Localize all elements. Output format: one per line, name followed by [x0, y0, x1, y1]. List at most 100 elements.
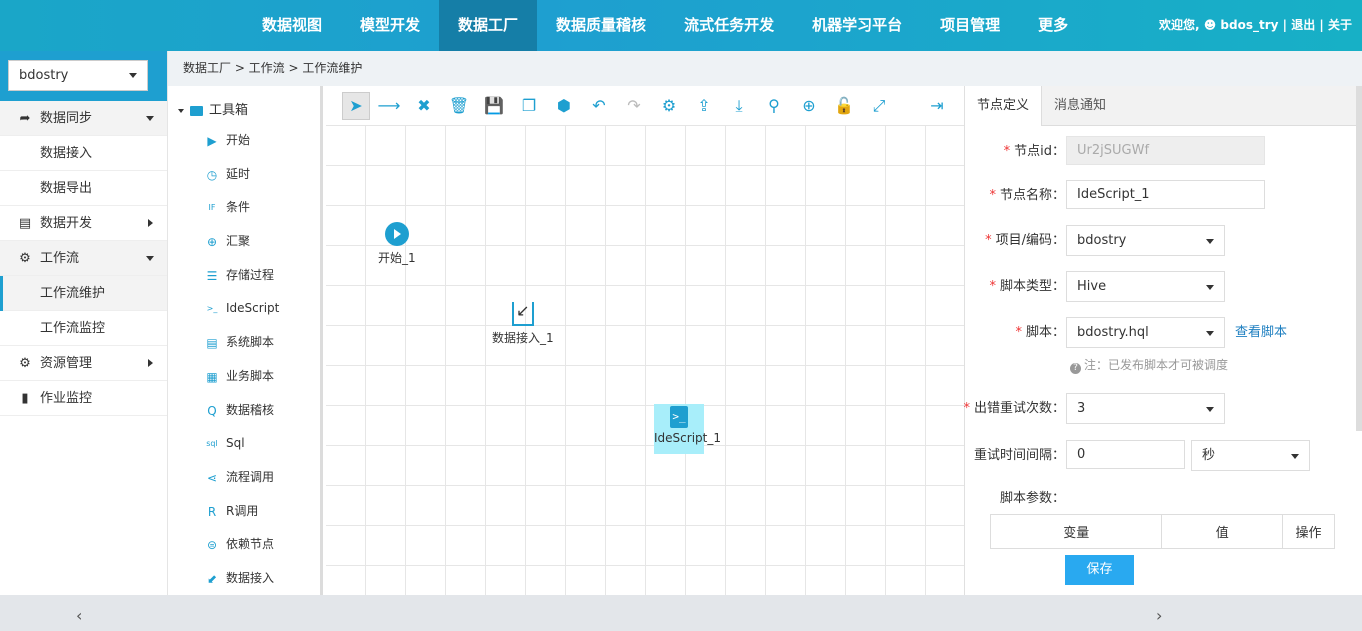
retry-interval-field[interactable]: 0	[1066, 440, 1185, 469]
script-params-label: 脚本参数：	[999, 491, 1065, 506]
workflow-node-start[interactable]: 开始_1	[378, 222, 416, 266]
pointer-icon[interactable]: ➤	[342, 92, 370, 120]
expand-right-icon[interactable]: ›	[1156, 606, 1162, 625]
document-icon: ▮	[21, 391, 29, 406]
sidebar-item-data-export[interactable]: 数据导出	[0, 171, 167, 206]
unlock-icon[interactable]: 🔓	[832, 94, 856, 118]
trash-icon[interactable]: 🗑	[447, 94, 471, 118]
node-name-label: * 节点名称：	[989, 188, 1065, 203]
publish-note-text: 注：已发布脚本才可被调度	[1084, 358, 1229, 372]
sidebar-item-workflow-maintain[interactable]: 工作流维护	[0, 276, 167, 311]
tab-node-definition[interactable]: 节点定义	[965, 86, 1043, 126]
caret-down-icon	[178, 108, 184, 113]
toolbox-item[interactable]: Q 数据稽核	[168, 394, 320, 428]
sidebar-item-label: 工作流维护	[40, 286, 106, 301]
upload-icon[interactable]: ⇪	[692, 94, 716, 118]
sidebar-item-label: 作业监控	[40, 391, 93, 406]
project-select[interactable]: bdostry	[8, 60, 148, 91]
sidebar-item-data-import[interactable]: 数据接入	[0, 136, 167, 171]
nav-item-more[interactable]: 更多	[1019, 0, 1087, 51]
if-icon: IF	[208, 203, 216, 213]
toolbox-item[interactable]: ▦ 业务脚本	[168, 360, 320, 394]
logout-link[interactable]: 退出	[1291, 18, 1315, 32]
sidebar-item-workflow[interactable]: ⚙ 工作流	[0, 241, 167, 276]
retry-count-select[interactable]: 3	[1066, 393, 1225, 424]
welcome-text: 欢迎您,	[1158, 18, 1200, 32]
toolbox-item[interactable]: ⬋ 数据接入	[168, 562, 320, 596]
redo-icon[interactable]: ↷	[622, 94, 646, 118]
nav-item-stream-task[interactable]: 流式任务开发	[665, 0, 793, 51]
sidebar-item-label: 数据同步	[40, 111, 93, 126]
toolbox-item[interactable]: ▤ 系统脚本	[168, 326, 320, 360]
code-file-icon: ▤	[18, 216, 32, 231]
nav-item-model-dev[interactable]: 模型开发	[341, 0, 439, 51]
about-link[interactable]: 关于	[1328, 18, 1352, 32]
settings-icon[interactable]: ⚙	[657, 94, 681, 118]
close-icon[interactable]: ✖	[412, 94, 436, 118]
separator: |	[1282, 18, 1288, 32]
folder-open-icon	[190, 105, 203, 116]
chevron-down-icon	[129, 73, 137, 78]
workflow-node-idescript[interactable]: >_ IdeScript_1	[654, 404, 721, 454]
fullscreen-icon[interactable]: ⤢	[867, 94, 891, 118]
exit-icon[interactable]: ⇥	[925, 94, 949, 118]
toolbox-item[interactable]: ⊜ 依赖节点	[168, 528, 320, 562]
play-circle-icon: ▶	[207, 134, 217, 148]
sidebar-item-workflow-monitor[interactable]: 工作流监控	[0, 311, 167, 346]
toolbox-header[interactable]: 工具箱	[168, 98, 320, 124]
sidebar-item-job-monitor[interactable]: ▮ 作业监控	[0, 381, 167, 416]
interval-unit-select[interactable]: 秒	[1191, 440, 1310, 471]
toolbox: 工具箱 ▶ 开始 ◷ 延时 IF 条件 ⊕ 汇聚 ☰ 存储过程 >_ IdeScript ▤ 系统脚本 ▦ 业…	[168, 86, 323, 620]
project-select-value: bdostry	[1077, 233, 1127, 248]
view-script-link[interactable]: 查看脚本	[1235, 317, 1287, 349]
dependency-icon: ⊜	[206, 538, 218, 553]
zoom-in-icon[interactable]: ⊕	[797, 94, 821, 118]
script-params-table: 变量 值 操作	[989, 514, 1335, 549]
sidebar-item-data-dev[interactable]: ▤ 数据开发	[0, 206, 167, 241]
download-icon[interactable]: ⤓	[727, 94, 751, 118]
workflow-node-data-import[interactable]: ↙ 数据接入_1	[492, 302, 554, 346]
script-label: * 脚本：	[1015, 325, 1065, 340]
nav-item-ml-platform[interactable]: 机器学习平台	[793, 0, 921, 51]
toolbox-item[interactable]: IF 条件	[168, 191, 320, 225]
search-icon[interactable]: ⚲	[762, 94, 786, 118]
toolbox-item[interactable]: sql Sql	[168, 427, 320, 461]
node-name-field[interactable]: IdeScript_1	[1066, 180, 1265, 209]
username[interactable]: bdos_try	[1220, 18, 1278, 32]
gears-icon: ⚙	[19, 251, 31, 266]
terminal-icon: >_	[670, 406, 688, 428]
sidebar-item-resource-mgmt[interactable]: ⚙ 资源管理	[0, 346, 167, 381]
play-circle-icon	[384, 222, 409, 246]
script-select[interactable]: bdostry.hql	[1066, 317, 1225, 348]
toolbox-item[interactable]: R R调用	[168, 495, 320, 529]
panel-scrollbar[interactable]	[1356, 86, 1362, 431]
nav-item-data-view[interactable]: 数据视图	[243, 0, 341, 51]
database-icon: ☰	[206, 268, 218, 283]
toolbox-item[interactable]: ☰ 存储过程	[168, 259, 320, 293]
toolbox-item[interactable]: ◷ 延时	[168, 158, 320, 192]
undo-icon[interactable]: ↶	[587, 94, 611, 118]
sidebar-item-data-sync[interactable]: ➦ 数据同步	[0, 101, 167, 136]
toolbox-item[interactable]: ▶ 开始	[168, 124, 320, 158]
nav-item-data-quality[interactable]: 数据质量稽核	[537, 0, 665, 51]
nav-item-project-mgmt[interactable]: 项目管理	[921, 0, 1019, 51]
project-select[interactable]: bdostry	[1066, 225, 1225, 256]
connect-arrow-icon[interactable]: ⟶	[377, 94, 401, 118]
toolbox-item[interactable]: ⊕ 汇聚	[168, 225, 320, 259]
toolbox-item[interactable]: >_ IdeScript	[168, 292, 320, 326]
canvas-grid[interactable]: 开始_1 ↙ 数据接入_1 >_ IdeScript_1	[326, 126, 964, 595]
copy-icon[interactable]: ❐	[517, 94, 541, 118]
timer-icon: ◷	[206, 167, 218, 182]
script-type-select[interactable]: Hive	[1066, 271, 1225, 302]
user-area: 欢迎您, ☻ bdos_try | 退出 | 关于	[1159, 0, 1352, 51]
save-icon[interactable]: 💾	[482, 94, 506, 118]
project-row: * 项目/编码： bdostry	[965, 225, 1362, 257]
collapse-left-icon[interactable]: ‹	[76, 606, 82, 625]
cubes-icon[interactable]: ⬢	[552, 94, 576, 118]
save-button[interactable]: 保存	[1065, 555, 1134, 585]
toolbox-item[interactable]: ⋖ 流程调用	[168, 461, 320, 495]
workflow-canvas[interactable]: ➤ ⟶ ✖ 🗑 💾 ❐ ⬢ ↶ ↷ ⚙ ⇪ ⤓ ⚲ ⊕ 🔓 ⤢ ⇥ 开始_1 ↙ 数据接入_1 >_ IdeSc…	[326, 86, 964, 595]
terminal-icon: >_	[206, 304, 218, 314]
nav-item-data-factory[interactable]: 数据工厂	[439, 0, 538, 51]
tab-message-notification[interactable]: 消息通知	[1042, 86, 1118, 126]
